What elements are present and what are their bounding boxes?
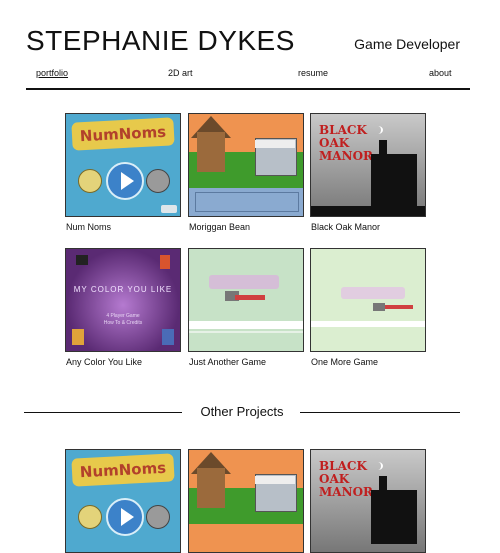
other-project-card: BLACK OAK MANOR bbox=[310, 449, 426, 553]
num-noms-logo: NumNoms bbox=[71, 117, 175, 151]
site-name: STEPHANIE DYKES bbox=[26, 25, 295, 56]
floor-band-shadow bbox=[189, 331, 303, 333]
moriggan-bean-title-link[interactable]: Moriggan Bean bbox=[189, 222, 250, 232]
other-project-thumbnail[interactable]: NumNoms bbox=[65, 449, 181, 553]
other-project-thumbnail[interactable]: BLACK OAK MANOR bbox=[310, 449, 426, 553]
num-noms-gear-icon bbox=[146, 169, 170, 193]
house bbox=[197, 468, 225, 508]
any-color-menu-text: 4 Player Game How To & Credits bbox=[103, 313, 143, 326]
other-project-card bbox=[188, 449, 304, 553]
any-color-you-like-title-link[interactable]: Any Color You Like bbox=[66, 357, 142, 367]
black-oak-manor-logo: BLACK OAK MANOR bbox=[319, 459, 373, 499]
house bbox=[197, 132, 225, 172]
other-project-thumbnail[interactable] bbox=[188, 449, 304, 553]
play-icon bbox=[106, 162, 144, 200]
blurred-sprites bbox=[341, 287, 405, 299]
black-oak-manor-logo: BLACK OAK MANOR bbox=[319, 123, 373, 163]
blurred-sprites bbox=[209, 275, 279, 289]
portfolio-card-moriggan-bean: Moriggan Bean bbox=[188, 113, 304, 232]
portfolio-card-num-noms: NumNoms Num Noms bbox=[65, 113, 181, 232]
ground bbox=[311, 206, 425, 216]
num-noms-title-link[interactable]: Num Noms bbox=[66, 222, 111, 232]
main-nav: portfolio 2D art resume about bbox=[26, 64, 470, 90]
laser-bar bbox=[235, 295, 265, 300]
floor-band bbox=[311, 321, 425, 327]
laser-bar bbox=[385, 305, 413, 309]
black-oak-manor-title-link[interactable]: Black Oak Manor bbox=[311, 222, 380, 232]
studio-sign bbox=[255, 140, 295, 148]
just-another-game-thumbnail[interactable] bbox=[188, 248, 304, 352]
character-right-icon bbox=[162, 329, 174, 345]
portfolio-card-black-oak-manor: BLACK OAK MANOR Black Oak Manor bbox=[310, 113, 426, 232]
play-icon bbox=[106, 498, 144, 536]
other-projects-divider: Other Projects bbox=[24, 402, 460, 424]
mansion-silhouette bbox=[371, 140, 417, 208]
character-left-icon bbox=[72, 329, 84, 345]
other-project-card: NumNoms bbox=[65, 449, 181, 553]
nav-resume-link[interactable]: resume bbox=[298, 68, 328, 78]
top-hat-icon bbox=[76, 255, 88, 265]
floor-band bbox=[189, 321, 303, 329]
moriggan-bean-thumbnail[interactable] bbox=[188, 113, 304, 217]
mansion-silhouette bbox=[371, 476, 417, 544]
bird-icon bbox=[160, 255, 170, 269]
portfolio-card-any-color-you-like: MY COLOR YOU LIKE 4 Player Game How To &… bbox=[65, 248, 181, 367]
nav-portfolio-link[interactable]: portfolio bbox=[36, 68, 68, 78]
one-more-game-title-link[interactable]: One More Game bbox=[311, 357, 378, 367]
nav-about-link[interactable]: about bbox=[429, 68, 452, 78]
num-noms-coin-icon bbox=[78, 505, 102, 529]
gun-icon bbox=[373, 303, 385, 311]
nav-2d-art-link[interactable]: 2D art bbox=[168, 68, 193, 78]
portfolio-card-just-another-game: Just Another Game bbox=[188, 248, 304, 367]
portfolio-card-one-more-game: One More Game bbox=[310, 248, 426, 367]
any-color-logo: MY COLOR YOU LIKE bbox=[73, 285, 173, 294]
one-more-game-thumbnail[interactable] bbox=[310, 248, 426, 352]
num-noms-credits-icon bbox=[161, 205, 177, 213]
num-noms-coin-icon bbox=[78, 169, 102, 193]
moon-icon bbox=[373, 126, 383, 134]
any-color-you-like-thumbnail[interactable]: MY COLOR YOU LIKE 4 Player Game How To &… bbox=[65, 248, 181, 352]
game-ui-panel bbox=[189, 188, 303, 216]
num-noms-gear-icon bbox=[146, 505, 170, 529]
num-noms-thumbnail[interactable]: NumNoms bbox=[65, 113, 181, 217]
divider-line-right bbox=[300, 412, 460, 413]
studio-sign bbox=[255, 476, 295, 484]
black-oak-manor-thumbnail[interactable]: BLACK OAK MANOR bbox=[310, 113, 426, 217]
just-another-game-title-link[interactable]: Just Another Game bbox=[189, 357, 266, 367]
site-role: Game Developer bbox=[354, 36, 460, 52]
moon-icon bbox=[373, 462, 383, 470]
num-noms-logo: NumNoms bbox=[71, 453, 175, 487]
